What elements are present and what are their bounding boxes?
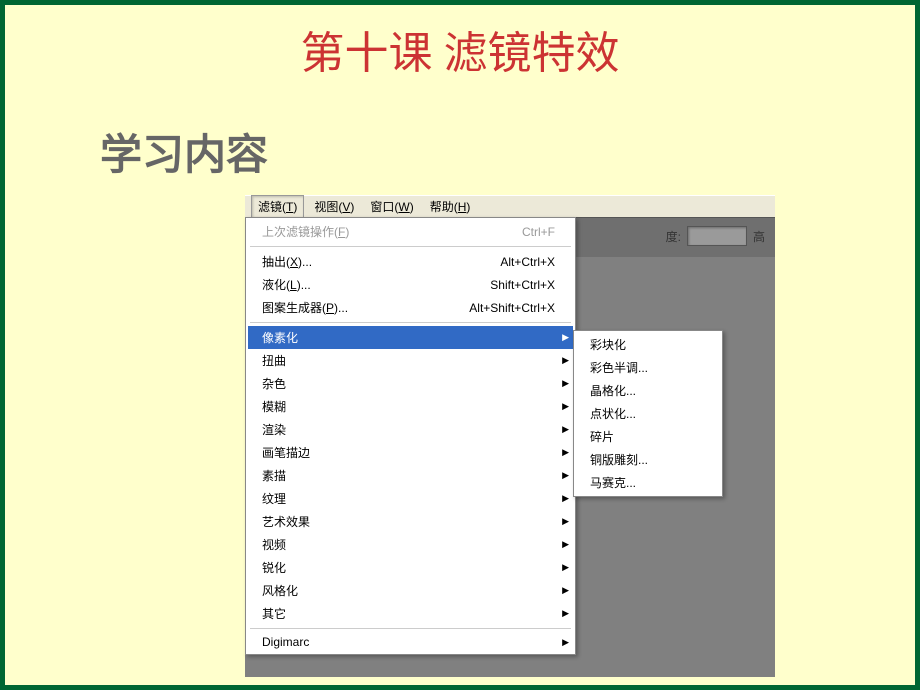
menu-liquify[interactable]: 液化(L)... Shift+Ctrl+X: [248, 273, 573, 296]
chevron-right-icon: ▶: [562, 447, 569, 458]
menu-digimarc[interactable]: Digimarc ▶: [248, 632, 573, 652]
pixelate-submenu: 彩块化 彩色半调... 晶格化... 点状化... 碎片 铜版雕刻... 马赛克…: [573, 330, 723, 497]
toolbar-label-height: 高: [753, 228, 765, 245]
menu-extract[interactable]: 抽出(X)... Alt+Ctrl+X: [248, 250, 573, 273]
submenu-color-halftone[interactable]: 彩色半调...: [576, 356, 720, 379]
menubar: 滤镜(T) 视图(V) 窗口(W) 帮助(H): [245, 195, 775, 217]
chevron-right-icon: ▶: [562, 516, 569, 527]
submenu-crystallize[interactable]: 晶格化...: [576, 379, 720, 402]
chevron-right-icon: ▶: [562, 637, 569, 648]
submenu-fragment[interactable]: 碎片: [576, 425, 720, 448]
chevron-right-icon: ▶: [562, 470, 569, 481]
menu-separator: [250, 246, 571, 247]
section-heading: 学习内容: [5, 81, 915, 182]
submenu-facet[interactable]: 彩块化: [576, 333, 720, 356]
menu-sketch[interactable]: 素描 ▶: [248, 464, 573, 487]
menubar-filter[interactable]: 滤镜(T): [251, 195, 304, 218]
menu-video[interactable]: 视频 ▶: [248, 533, 573, 556]
menubar-help[interactable]: 帮助(H): [424, 196, 477, 217]
filter-dropdown-menu: 上次滤镜操作(F) Ctrl+F 抽出(X)... Alt+Ctrl+X 液化(…: [245, 217, 576, 655]
toolbar-label-degree: 度:: [666, 228, 681, 245]
menu-noise[interactable]: 杂色 ▶: [248, 372, 573, 395]
chevron-right-icon: ▶: [562, 493, 569, 504]
menu-sharpen[interactable]: 锐化 ▶: [248, 556, 573, 579]
menu-artistic[interactable]: 艺术效果 ▶: [248, 510, 573, 533]
menubar-window[interactable]: 窗口(W): [364, 196, 419, 217]
chevron-right-icon: ▶: [562, 355, 569, 366]
menu-separator: [250, 322, 571, 323]
menu-blur[interactable]: 模糊 ▶: [248, 395, 573, 418]
menu-distort[interactable]: 扭曲 ▶: [248, 349, 573, 372]
menubar-view[interactable]: 视图(V): [308, 196, 360, 217]
app-screenshot: 滤镜(T) 视图(V) 窗口(W) 帮助(H) 度: 高 上次滤镜操作(F) C…: [245, 195, 775, 675]
menu-pixelate[interactable]: 像素化 ▶: [248, 326, 573, 349]
submenu-pointillize[interactable]: 点状化...: [576, 402, 720, 425]
chevron-right-icon: ▶: [562, 401, 569, 412]
submenu-mosaic[interactable]: 马赛克...: [576, 471, 720, 494]
menu-brush-strokes[interactable]: 画笔描边 ▶: [248, 441, 573, 464]
slide-background: 第十课 滤镜特效 学习内容 滤镜(T) 视图(V) 窗口(W) 帮助(H) 度:…: [5, 5, 915, 685]
submenu-mezzotint[interactable]: 铜版雕刻...: [576, 448, 720, 471]
chevron-right-icon: ▶: [562, 424, 569, 435]
chevron-right-icon: ▶: [562, 539, 569, 550]
menu-render[interactable]: 渲染 ▶: [248, 418, 573, 441]
chevron-right-icon: ▶: [562, 332, 569, 343]
menu-last-filter: 上次滤镜操作(F) Ctrl+F: [248, 220, 573, 243]
menu-texture[interactable]: 纹理 ▶: [248, 487, 573, 510]
page-title: 第十课 滤镜特效: [5, 5, 915, 81]
menu-other[interactable]: 其它 ▶: [248, 602, 573, 625]
chevron-right-icon: ▶: [562, 562, 569, 573]
toolbar-input[interactable]: [687, 226, 747, 246]
menu-pattern-maker[interactable]: 图案生成器(P)... Alt+Shift+Ctrl+X: [248, 296, 573, 319]
chevron-right-icon: ▶: [562, 608, 569, 619]
menu-separator: [250, 628, 571, 629]
chevron-right-icon: ▶: [562, 378, 569, 389]
chevron-right-icon: ▶: [562, 585, 569, 596]
menu-stylize[interactable]: 风格化 ▶: [248, 579, 573, 602]
